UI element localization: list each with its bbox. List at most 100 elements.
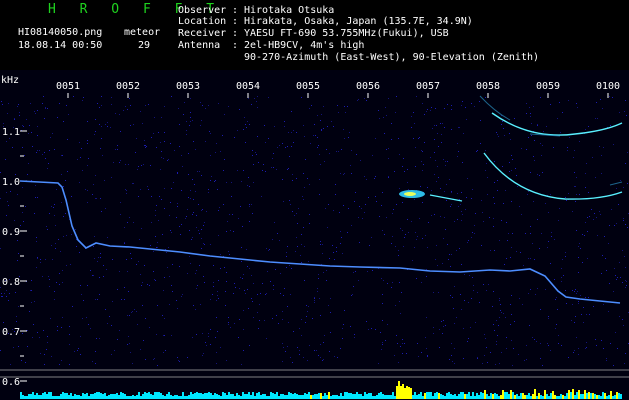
noise-dot [540, 143, 541, 144]
noise-dot [625, 287, 626, 288]
noise-dot [101, 105, 102, 106]
noise-dot [164, 188, 165, 189]
noise-dot [435, 259, 436, 260]
noise-dot [98, 257, 99, 258]
noise-dot [150, 245, 151, 246]
noise-dot [22, 212, 23, 213]
noise-dot [392, 236, 393, 237]
noise-dot [216, 300, 217, 301]
noise-dot [210, 299, 211, 300]
meter-bar [448, 392, 450, 399]
meter-bar [264, 394, 266, 399]
noise-dot [237, 130, 238, 131]
noise-dot [75, 229, 76, 230]
noise-dot [231, 182, 232, 183]
noise-dot [443, 326, 444, 327]
noise-dot [104, 180, 105, 181]
noise-dot [130, 125, 131, 126]
noise-dot [138, 166, 139, 167]
noise-dot [226, 281, 227, 282]
noise-dot [294, 215, 295, 216]
noise-dot [622, 250, 623, 251]
noise-dot [149, 327, 150, 328]
noise-dot [503, 203, 504, 204]
noise-dot [497, 190, 498, 191]
noise-dot [35, 113, 36, 114]
noise-dot [209, 131, 210, 132]
noise-dot [161, 157, 162, 158]
meter-bar [132, 395, 134, 399]
noise-dot [446, 200, 447, 201]
noise-dot [293, 331, 294, 332]
meter-bar [460, 392, 462, 399]
noise-dot [228, 317, 229, 318]
noise-dot [333, 252, 334, 253]
meter-bar [326, 395, 328, 399]
noise-dot [578, 272, 579, 273]
meter-bar [412, 395, 414, 399]
meter-bar [330, 396, 332, 399]
noise-dot [359, 242, 360, 243]
meter-bar [194, 393, 196, 399]
noise-dot [565, 197, 566, 198]
noise-dot [293, 142, 294, 143]
noise-dot [66, 265, 67, 266]
noise-dot [69, 344, 70, 345]
noise-dot [451, 355, 452, 356]
noise-dot [435, 108, 436, 109]
noise-dot [353, 272, 354, 273]
noise-dot [523, 265, 524, 266]
noise-dot [539, 248, 540, 249]
noise-dot [6, 192, 7, 193]
noise-dot [160, 169, 161, 170]
noise-dot [469, 275, 470, 276]
noise-dot [454, 363, 455, 364]
noise-dot [511, 201, 512, 202]
noise-dot [251, 275, 252, 276]
noise-dot [599, 211, 600, 212]
noise-dot [178, 360, 179, 361]
noise-dot [243, 274, 244, 275]
noise-dot [320, 357, 321, 358]
noise-dot [292, 180, 293, 181]
noise-dot [441, 321, 442, 322]
meter-bar [548, 396, 550, 399]
noise-dot [492, 306, 493, 307]
noise-dot [164, 141, 165, 142]
noise-dot [176, 217, 177, 218]
noise-dot [208, 333, 209, 334]
noise-dot [319, 154, 320, 155]
noise-dot [201, 175, 202, 176]
noise-dot [575, 201, 576, 202]
noise-dot [486, 290, 487, 291]
noise-dot [457, 219, 458, 220]
meter-bar [480, 392, 482, 399]
noise-dot [213, 286, 214, 287]
noise-dot [9, 293, 10, 294]
meter-bar [118, 395, 120, 399]
noise-dot [601, 340, 602, 341]
meter-bar [214, 393, 216, 399]
noise-dot [327, 227, 328, 228]
noise-dot [286, 267, 287, 268]
noise-dot [57, 326, 58, 327]
noise-dot [163, 290, 164, 291]
noise-dot [117, 289, 118, 290]
noise-dot [282, 143, 283, 144]
noise-dot [415, 147, 416, 148]
noise-dot [32, 337, 33, 338]
noise-dot [170, 202, 171, 203]
meter-bar [408, 387, 410, 399]
noise-dot [457, 156, 458, 157]
noise-dot [516, 175, 517, 176]
meter-bar [168, 392, 170, 399]
noise-dot [233, 231, 234, 232]
noise-dot [506, 222, 507, 223]
noise-dot [196, 215, 197, 216]
noise-dot [572, 304, 573, 305]
noise-dot [438, 146, 439, 147]
noise-dot [611, 209, 612, 210]
noise-dot [130, 253, 131, 254]
noise-dot [445, 161, 446, 162]
noise-dot [193, 212, 194, 213]
